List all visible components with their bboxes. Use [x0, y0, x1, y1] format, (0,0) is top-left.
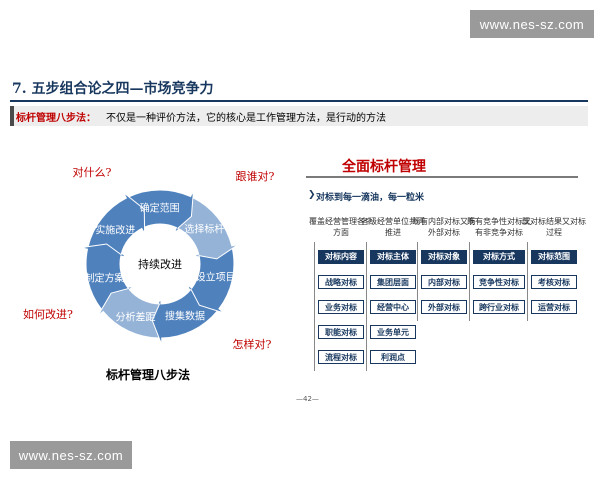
column-item-box: 职能对标 — [318, 325, 364, 339]
cycle-step-label: 搜集数据 — [165, 311, 205, 323]
column-category-box: 对标内容 — [318, 250, 364, 264]
column-item-box: 跨行业对标 — [473, 300, 525, 314]
column-header: 既对标结果又对标过程 — [522, 217, 586, 237]
watermark-bottom: www.nes-sz.com — [10, 441, 132, 469]
right-title-line — [306, 176, 578, 178]
cycle-step-label: 设立项目 — [195, 272, 236, 284]
column-divider — [314, 242, 315, 371]
question-how: 怎样对? — [232, 338, 272, 351]
slide: 7. 五步组合论之四—市场竞争力 标杆管理八步法： 不仅是一种评价方法，它的核心… — [0, 66, 600, 406]
column-item-box: 外部对标 — [421, 300, 467, 314]
column-item-box: 运营对标 — [531, 300, 577, 314]
chevron-right-icon: ❯ — [308, 190, 316, 200]
watermark-top: www.nes-sz.com — [470, 10, 594, 38]
column-divider — [417, 242, 418, 321]
cycle-center-label: 持续改进 — [138, 258, 182, 271]
cycle-step-label: 制定方案 — [84, 273, 125, 285]
column-category-box: 对标主体 — [370, 250, 416, 264]
column-category-box: 对标方式 — [473, 250, 525, 264]
cycle-step-label: 确定范围 — [139, 203, 180, 215]
column-item-box: 考核对标 — [531, 275, 577, 289]
cycle-step-label: 分析差距 — [115, 312, 156, 323]
cycle-step-label: 实施改进 — [95, 225, 136, 237]
column-divider — [366, 242, 367, 371]
column-item-box: 竞争性对标 — [473, 275, 525, 289]
column-divider — [469, 242, 470, 321]
column-item-box: 流程对标 — [318, 350, 364, 364]
column-item-box: 业务单元 — [370, 325, 416, 339]
column-item-box: 业务对标 — [318, 300, 364, 314]
cycle-step-label: 选择标杆 — [184, 224, 225, 236]
question-improve: 如何改进? — [23, 308, 73, 321]
column-item-box: 利润点 — [370, 350, 416, 364]
page-number: —42— — [296, 395, 319, 403]
column-item-box: 集团层面 — [370, 275, 416, 289]
column-item-box: 经营中心 — [370, 300, 416, 314]
question-who: 跟谁对? — [235, 170, 275, 183]
column-category-box: 对标范围 — [531, 250, 577, 264]
cycle-caption: 标杆管理八步法 — [105, 368, 191, 382]
question-what: 对什么? — [72, 166, 112, 179]
column-item-box: 内部对标 — [421, 275, 467, 289]
right-title: 全面标杆管理 — [342, 159, 426, 175]
right-subtitle: 对标到每一滴油，每一粒米 — [316, 193, 425, 203]
column-item-box: 战略对标 — [318, 275, 364, 289]
column-category-box: 对标对象 — [421, 250, 467, 264]
column-divider — [527, 242, 528, 321]
